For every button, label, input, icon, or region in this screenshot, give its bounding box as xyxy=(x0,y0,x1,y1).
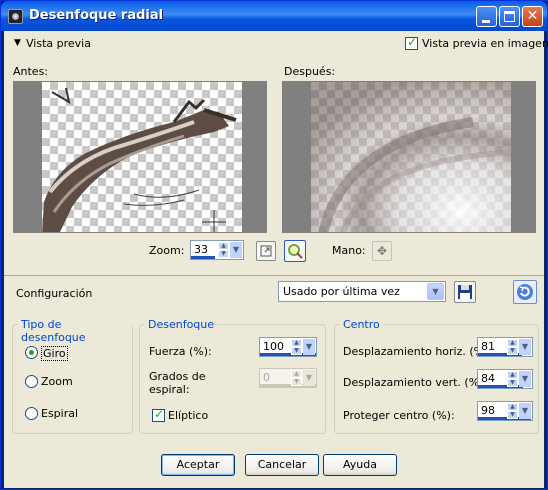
preview-toggle-label[interactable]: Vista previa xyxy=(26,37,91,50)
down-arrow-icon[interactable]: ▼ xyxy=(218,250,229,258)
down-arrow-icon[interactable]: ▼ xyxy=(291,347,302,355)
close-icon: ✕ xyxy=(526,8,539,24)
h-offset-value[interactable]: 81 xyxy=(481,340,495,353)
h-offset-label: Desplazamiento horiz. (%): xyxy=(343,345,493,358)
spiral-degrees-dropdown-button: ▼ xyxy=(303,370,315,386)
radio-zoom-label[interactable]: Zoom xyxy=(41,375,73,388)
reset-button[interactable] xyxy=(513,280,537,304)
move-icon: ✥ xyxy=(377,244,388,258)
spiral-degrees-value: 0 xyxy=(263,371,270,384)
after-label: Después: xyxy=(284,65,336,78)
floppy-disk-icon xyxy=(458,285,472,299)
close-button[interactable]: ✕ xyxy=(522,6,543,27)
v-offset-stepper[interactable]: 84 ▲ ▼ ▼ xyxy=(477,369,533,389)
strength-dropdown-button[interactable]: ▼ xyxy=(303,339,315,355)
strength-stepper[interactable]: 100 ▲ ▼ ▼ xyxy=(259,337,317,357)
down-arrow-icon[interactable]: ▼ xyxy=(507,347,518,355)
minimize-button[interactable] xyxy=(476,6,497,27)
down-arrow-icon[interactable]: ▼ xyxy=(507,379,518,387)
pan-button[interactable]: ✥ xyxy=(372,241,392,261)
v-offset-dropdown-button[interactable]: ▼ xyxy=(519,371,531,387)
up-arrow-icon: ▲ xyxy=(291,370,302,378)
spiral-degrees-label-line2: espiral: xyxy=(149,383,190,396)
protect-center-value[interactable]: 98 xyxy=(481,404,495,417)
strength-label: Fuerza (%): xyxy=(149,345,212,358)
config-label: Configuración xyxy=(16,287,93,300)
zoom-arrows[interactable]: ▲ ▼ xyxy=(218,242,229,258)
preset-value: Usado por última vez xyxy=(283,285,400,298)
help-button[interactable]: Ayuda xyxy=(323,454,397,476)
h-offset-dropdown-button[interactable]: ▼ xyxy=(519,339,531,355)
cancel-button[interactable]: Cancelar xyxy=(245,454,319,476)
elliptical-checkbox[interactable]: ✓ xyxy=(152,407,165,422)
hand-label: Mano: xyxy=(332,244,366,257)
before-label: Antes: xyxy=(13,65,49,78)
center-title: Centro xyxy=(340,318,383,331)
title-bar[interactable]: Desenfoque radial ✕ xyxy=(1,1,547,31)
radio-twirl[interactable] xyxy=(25,346,38,359)
up-arrow-icon[interactable]: ▲ xyxy=(507,339,518,347)
before-preview[interactable] xyxy=(13,81,267,233)
maximize-button[interactable] xyxy=(499,6,520,27)
app-icon xyxy=(8,9,23,24)
maximize-icon xyxy=(504,11,515,22)
zoom-dropdown-button[interactable]: ▼ xyxy=(230,242,242,258)
h-offset-arrows[interactable]: ▲ ▼ xyxy=(507,339,518,355)
magnifier-icon xyxy=(288,244,303,259)
protect-center-label: Proteger centro (%): xyxy=(343,409,455,422)
after-preview[interactable] xyxy=(282,81,536,233)
preview-in-image-checkbox[interactable]: ✓ xyxy=(405,35,418,50)
elliptical-label[interactable]: Elíptico xyxy=(168,409,208,422)
up-arrow-icon[interactable]: ▲ xyxy=(507,403,518,411)
strength-value[interactable]: 100 xyxy=(263,340,284,353)
radio-twirl-label[interactable]: Giro xyxy=(41,346,68,361)
window-title: Desenfoque radial xyxy=(29,8,164,23)
save-preset-button[interactable] xyxy=(454,281,476,303)
preview-in-image-label[interactable]: Vista previa en imagen xyxy=(422,37,548,50)
triangle-down-icon[interactable]: ▼ xyxy=(14,38,21,48)
zoom-label: Zoom: xyxy=(149,244,185,257)
preset-select[interactable]: Usado por última vez ▼ xyxy=(278,281,446,302)
blur-title: Desenfoque xyxy=(145,318,218,331)
resize-icon xyxy=(260,245,272,257)
zoom-value[interactable]: 33 xyxy=(194,243,208,256)
strength-arrows[interactable]: ▲ ▼ xyxy=(291,339,302,355)
up-arrow-icon[interactable]: ▲ xyxy=(218,242,229,250)
minimize-icon xyxy=(482,20,490,23)
spiral-degrees-arrows: ▲ ▼ xyxy=(291,370,302,386)
v-offset-arrows[interactable]: ▲ ▼ xyxy=(507,371,518,387)
zoom-slider-bar[interactable] xyxy=(191,256,215,259)
dialog-window: Desenfoque radial ✕ ▼ Vista previa ✓ Vis… xyxy=(0,0,548,490)
protect-center-arrows[interactable]: ▲ ▼ xyxy=(507,403,518,419)
zoom-preview-button[interactable] xyxy=(284,240,306,262)
chevron-down-icon[interactable]: ▼ xyxy=(427,283,444,300)
up-arrow-icon[interactable]: ▲ xyxy=(507,371,518,379)
h-offset-stepper[interactable]: 81 ▲ ▼ ▼ xyxy=(477,337,533,357)
v-offset-label: Desplazamiento vert. (%): xyxy=(343,376,488,389)
fit-to-window-button[interactable] xyxy=(256,241,276,261)
dialog-body: ▼ Vista previa ✓ Vista previa en imagen … xyxy=(4,31,548,488)
up-arrow-icon[interactable]: ▲ xyxy=(291,339,302,347)
radio-zoom[interactable] xyxy=(25,375,38,388)
protect-center-stepper[interactable]: 98 ▲ ▼ ▼ xyxy=(477,401,533,421)
section-divider xyxy=(4,275,544,276)
ok-button[interactable]: Aceptar xyxy=(161,454,235,476)
spiral-degrees-label-line1: Grados de xyxy=(149,370,206,383)
down-arrow-icon: ▼ xyxy=(291,378,302,386)
blur-type-title: Tipo de desenfoque xyxy=(18,318,132,344)
radio-spiral-label[interactable]: Espiral xyxy=(41,407,78,420)
radio-spiral[interactable] xyxy=(25,407,38,420)
protect-center-dropdown-button[interactable]: ▼ xyxy=(519,403,531,419)
v-offset-value[interactable]: 84 xyxy=(481,372,495,385)
spiral-degrees-stepper: 0 ▲ ▼ ▼ xyxy=(259,368,317,388)
reset-icon xyxy=(517,284,533,300)
zoom-stepper[interactable]: 33 ▲ ▼ ▼ xyxy=(190,240,244,260)
driftwood-image xyxy=(42,87,237,232)
down-arrow-icon[interactable]: ▼ xyxy=(507,411,518,419)
blurred-image xyxy=(311,82,512,232)
